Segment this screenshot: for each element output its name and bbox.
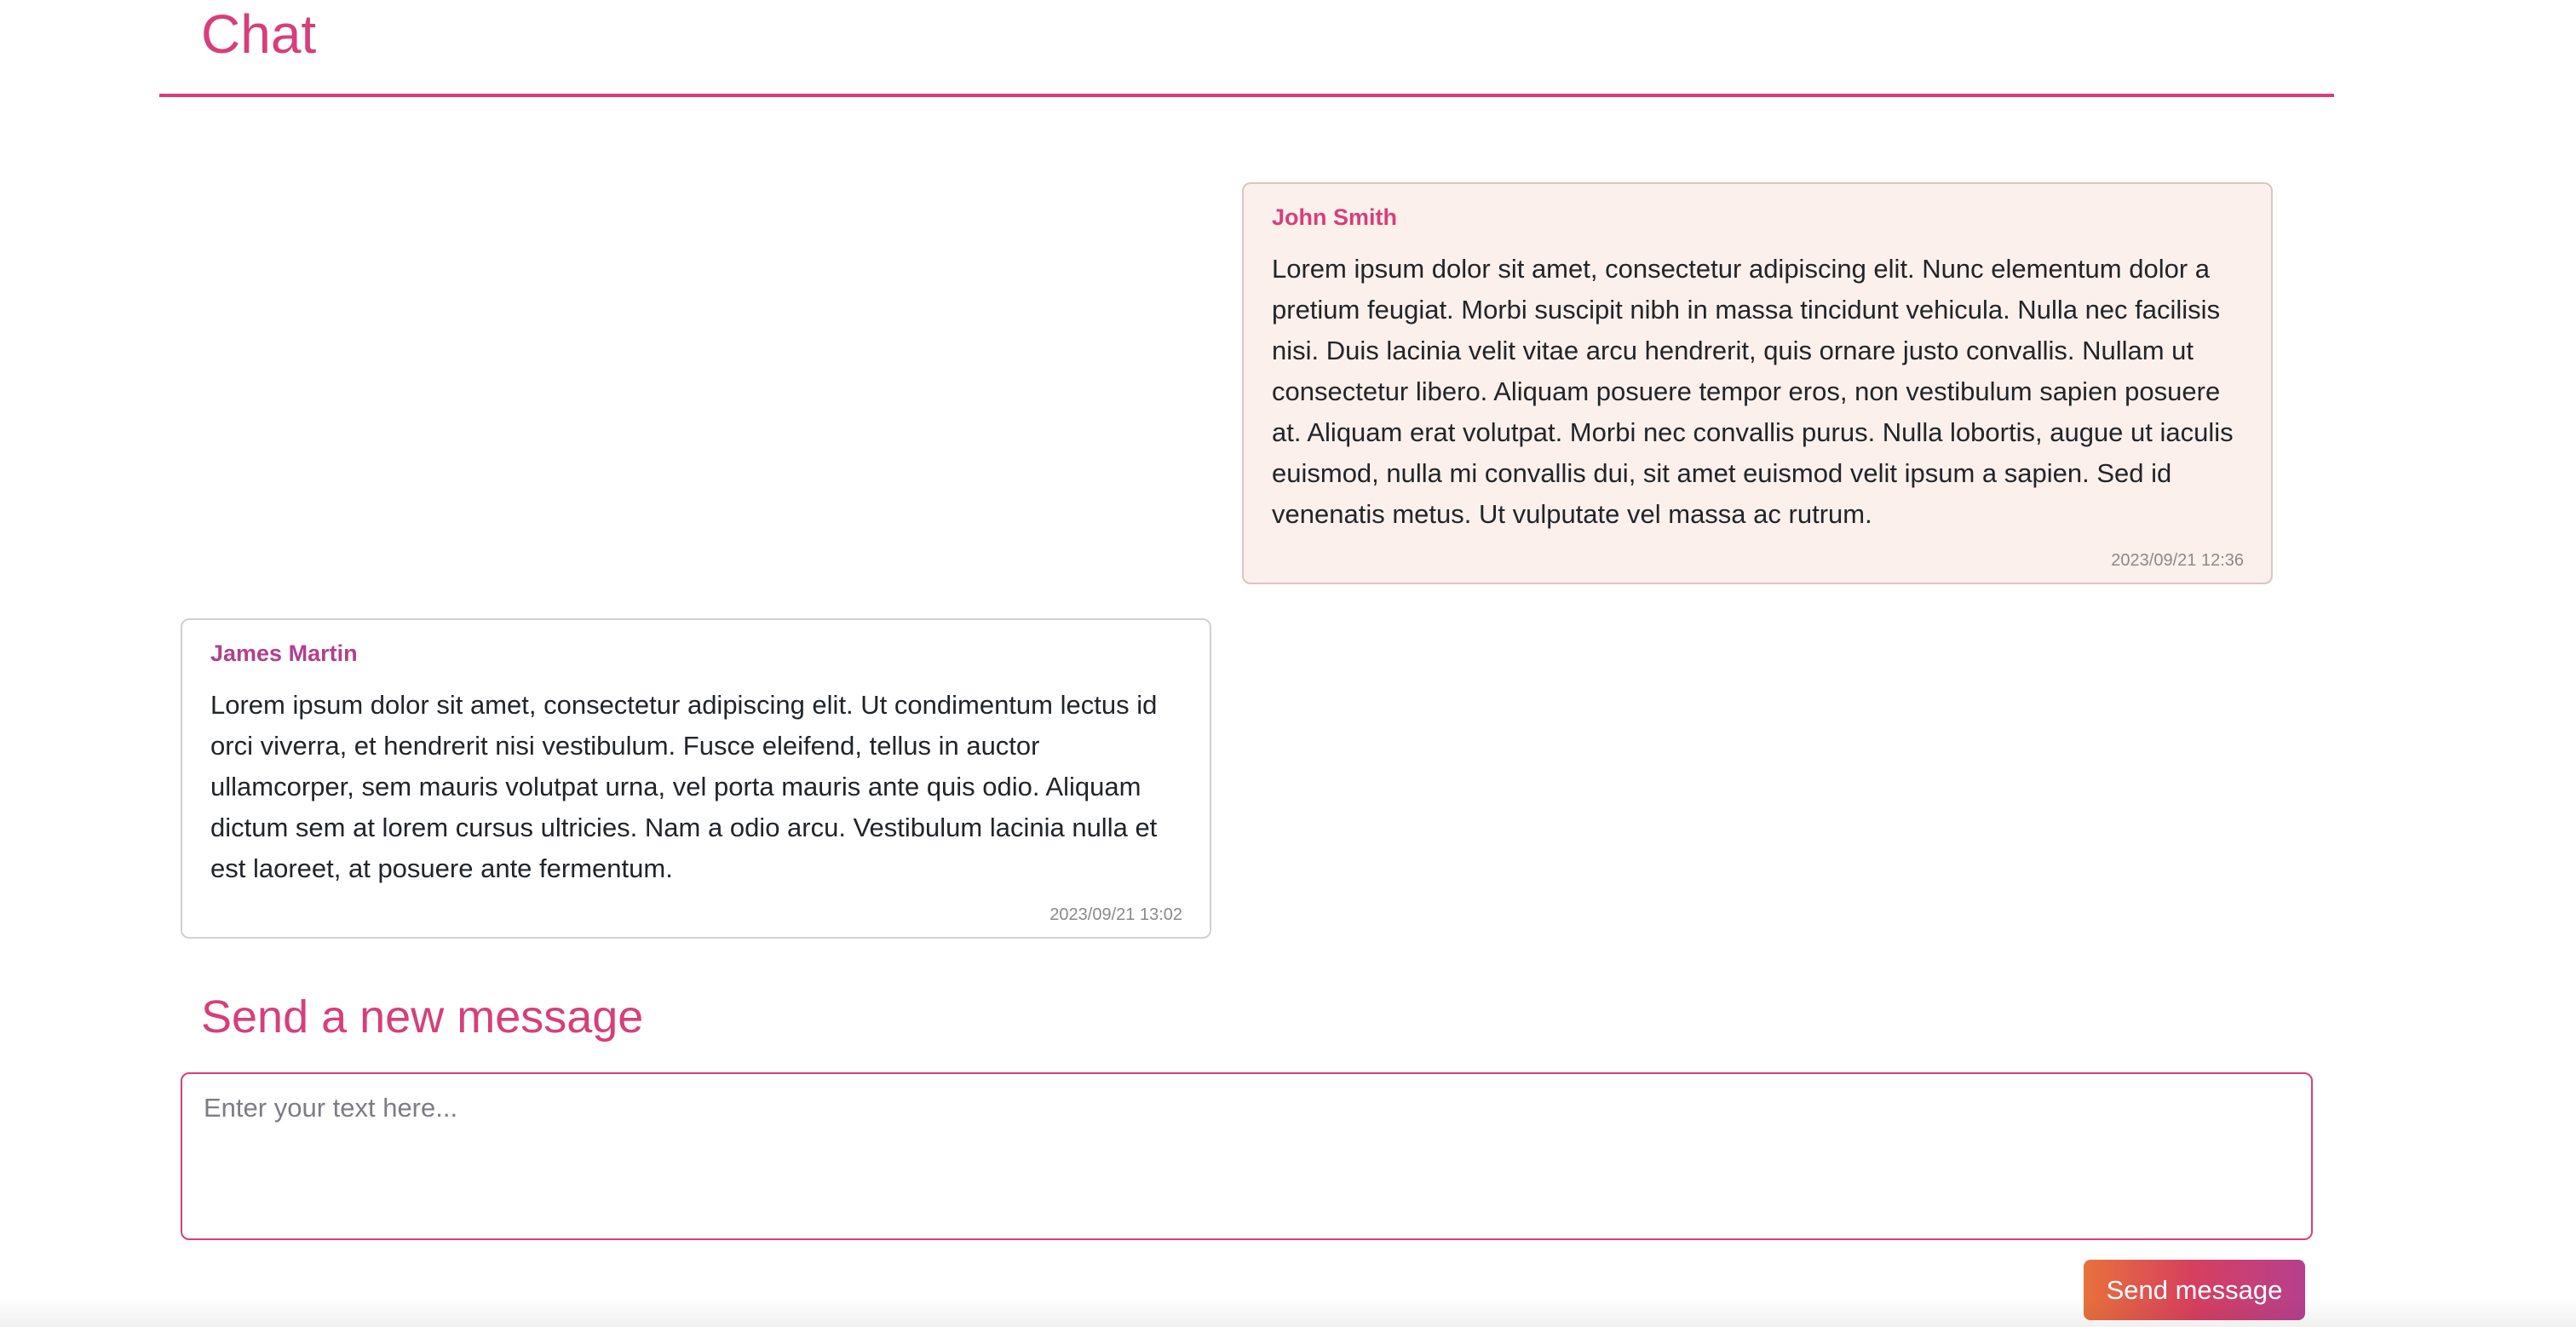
message-timestamp: 2023/09/21 13:02	[1049, 905, 1182, 924]
title-divider	[159, 94, 2334, 97]
send-message-button[interactable]: Send message	[2084, 1260, 2305, 1320]
message-body: Lorem ipsum dolor sit amet, consectetur …	[210, 690, 1158, 883]
new-message-heading: Send a new message	[201, 991, 644, 1043]
message-timestamp: 2023/09/21 12:36	[2111, 551, 2244, 570]
message-card-received: James Martin Lorem ipsum dolor sit amet,…	[181, 618, 1211, 939]
page-title: Chat	[201, 3, 317, 65]
message-author: John Smith	[1272, 204, 1397, 230]
message-card-sent: John Smith Lorem ipsum dolor sit amet, c…	[1242, 182, 2273, 584]
message-input[interactable]	[181, 1072, 2313, 1240]
message-author: James Martin	[210, 641, 358, 666]
message-body: Lorem ipsum dolor sit amet, consectetur …	[1272, 254, 2234, 529]
